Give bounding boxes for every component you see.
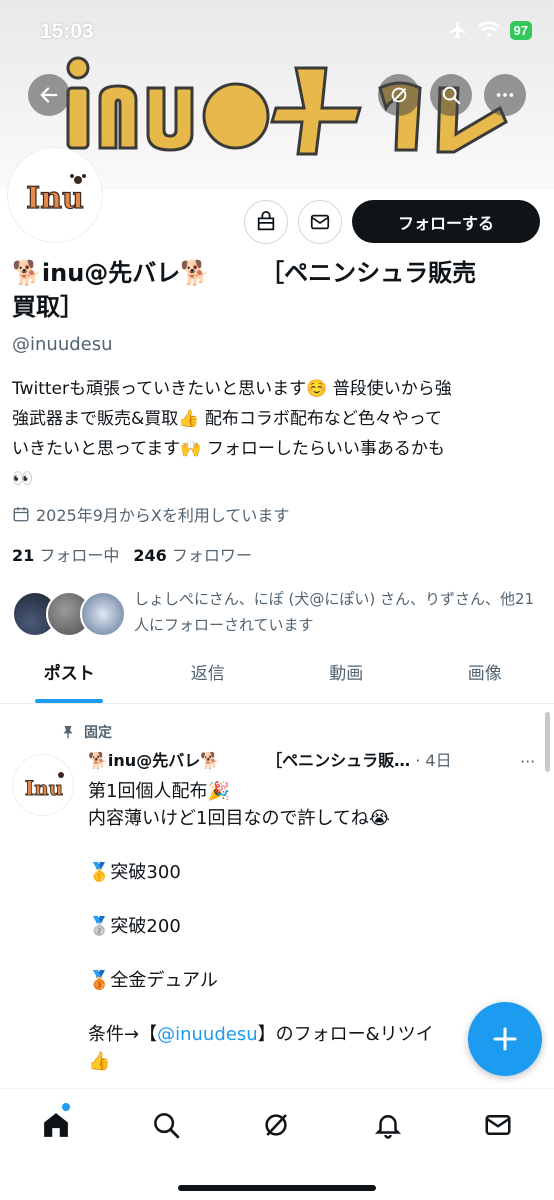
grok-icon (265, 1114, 287, 1136)
message-button[interactable] (298, 200, 342, 244)
post-time[interactable]: · 4日 (415, 751, 451, 770)
search-icon (442, 86, 461, 105)
scrollbar[interactable] (545, 712, 550, 772)
display-name: 🐕inu@先バレ🐕 ［ペニンシュラ販売 買取］ (12, 256, 542, 324)
compose-button[interactable] (468, 1002, 542, 1076)
profile-bio: Twitterも頑張っていきたいと思います☺️ 普段使いから強 強武器まで販売&… (12, 374, 542, 494)
display-name-part2: ［ペニンシュラ販売 (260, 259, 477, 287)
nav-search[interactable] (148, 1107, 184, 1143)
search-button[interactable] (430, 74, 472, 116)
tab-replies[interactable]: 返信 (139, 650, 278, 703)
following-link[interactable]: 21 フォロー中 (12, 542, 119, 566)
nav-grok[interactable] (258, 1107, 294, 1143)
shop-button[interactable] (244, 200, 288, 244)
following-count: 21 (12, 546, 35, 565)
post-avatar-logo-text: Inu (25, 776, 63, 800)
back-button[interactable] (28, 74, 70, 116)
post-author-suffix[interactable]: ［ペニンシュラ販… (266, 751, 410, 770)
profile-tabs: ポスト 返信 動画 画像 (0, 650, 554, 704)
pin-icon (63, 726, 73, 739)
status-time: 15:03 (40, 20, 94, 43)
post-spacer (88, 940, 528, 967)
post-author-name[interactable]: 🐕inu@先バレ🐕 (88, 751, 220, 770)
back-arrow-icon (40, 87, 58, 103)
nav-home[interactable] (38, 1107, 74, 1143)
pinned-label: 固定 (84, 725, 112, 741)
avatar-logo: Inu (26, 174, 86, 217)
post-line: 🥇突破300 (88, 862, 181, 883)
followers-link[interactable]: 246 フォロワー (133, 542, 252, 566)
grok-icon (391, 87, 407, 103)
post-line: 内容薄いけど1回目なので許してね😭 (88, 808, 390, 829)
post-avatar[interactable]: Inu (12, 754, 74, 816)
bio-line: 👀 (12, 469, 34, 489)
nav-messages[interactable] (480, 1107, 516, 1143)
battery-indicator: 97 (509, 20, 532, 40)
followed-by-text: しょしぺにさん、にぽ (犬@にぽい) さん、りずさん、他21人にフォローされてい… (134, 590, 535, 634)
bottom-navigation (0, 1088, 554, 1200)
mail-icon (310, 214, 330, 230)
bio-line: 強武器まで販売&買取👍 配布コラボ配布など色々やって (12, 409, 442, 429)
followers-label: フォロワー (171, 546, 252, 565)
profile-avatar[interactable]: Inu (8, 148, 102, 242)
follower-avatar (80, 591, 126, 637)
post-spacer (88, 832, 528, 859)
following-label: フォロー中 (39, 546, 120, 565)
follow-button[interactable]: フォローする (352, 200, 540, 243)
more-button[interactable] (484, 74, 526, 116)
more-icon (496, 93, 514, 97)
post-more-button[interactable]: ··· (520, 752, 535, 771)
status-bar: 15:03 97 (0, 0, 554, 64)
join-date-text: 2025年9月からXを利用しています (36, 506, 290, 525)
wifi-icon (477, 21, 500, 38)
home-icon (44, 1113, 68, 1137)
nav-notifications[interactable] (370, 1107, 406, 1143)
shop-icon (257, 211, 275, 231)
avatar-logo-text: Inu (26, 181, 84, 216)
airplane-icon (449, 21, 466, 39)
post-mention[interactable]: @inuudesu (157, 1024, 258, 1045)
display-name-part1: 🐕inu@先バレ🐕 (12, 259, 211, 287)
post-avatar-logo: Inu (24, 772, 64, 800)
plus-icon (493, 1027, 517, 1051)
user-handle: @inuudesu (12, 334, 113, 355)
tab-posts[interactable]: ポスト (0, 650, 139, 703)
search-icon (154, 1113, 180, 1139)
grok-button[interactable] (378, 74, 420, 116)
post-line: 条件→【@inuudesu】のフォロー&リツイ (88, 1021, 528, 1048)
mail-icon (485, 1115, 511, 1135)
bio-line: Twitterも頑張っていきたいと思います☺️ 普段使いから強 (12, 379, 452, 399)
post-text: 】のフォロー&リツイ (257, 1024, 434, 1045)
followers-count: 246 (133, 546, 167, 565)
follow-counts: 21 フォロー中 246 フォロワー (12, 542, 252, 566)
post-line: 👍 (88, 1051, 111, 1072)
join-date: 2025年9月からXを利用しています (12, 502, 289, 526)
pinned-indicator: 固定 (60, 722, 112, 742)
bio-line: いきたいと思ってます🙌 フォローしたらいい事あるかも (12, 439, 445, 459)
display-name-part3: 買取］ (12, 293, 84, 321)
post-header: 🐕inu@先バレ🐕 ［ペニンシュラ販… · 4日 (88, 748, 538, 774)
tab-images[interactable]: 画像 (416, 650, 554, 703)
tab-videos[interactable]: 動画 (277, 650, 416, 703)
status-icons: 97 (448, 20, 532, 40)
post-spacer (88, 886, 528, 913)
post-spacer (88, 994, 528, 1021)
post-line: 第1回個人配布🎉 (88, 781, 230, 802)
post-line: 🥈突破200 (88, 916, 181, 937)
bell-icon (374, 1115, 402, 1139)
followed-by-row[interactable]: しょしぺにさん、にぽ (犬@にぽい) さん、りずさん、他21人にフォローされてい… (12, 586, 542, 642)
post-line: 🥉全金デュアル (88, 970, 218, 991)
home-indicator (178, 1185, 376, 1191)
post-body[interactable]: 第1回個人配布🎉 内容薄いけど1回目なので許してね😭 🥇突破300 🥈突破200… (88, 778, 528, 1075)
notification-dot (62, 1103, 70, 1111)
calendar-icon (13, 507, 29, 522)
post-text: 条件→【 (88, 1024, 158, 1045)
